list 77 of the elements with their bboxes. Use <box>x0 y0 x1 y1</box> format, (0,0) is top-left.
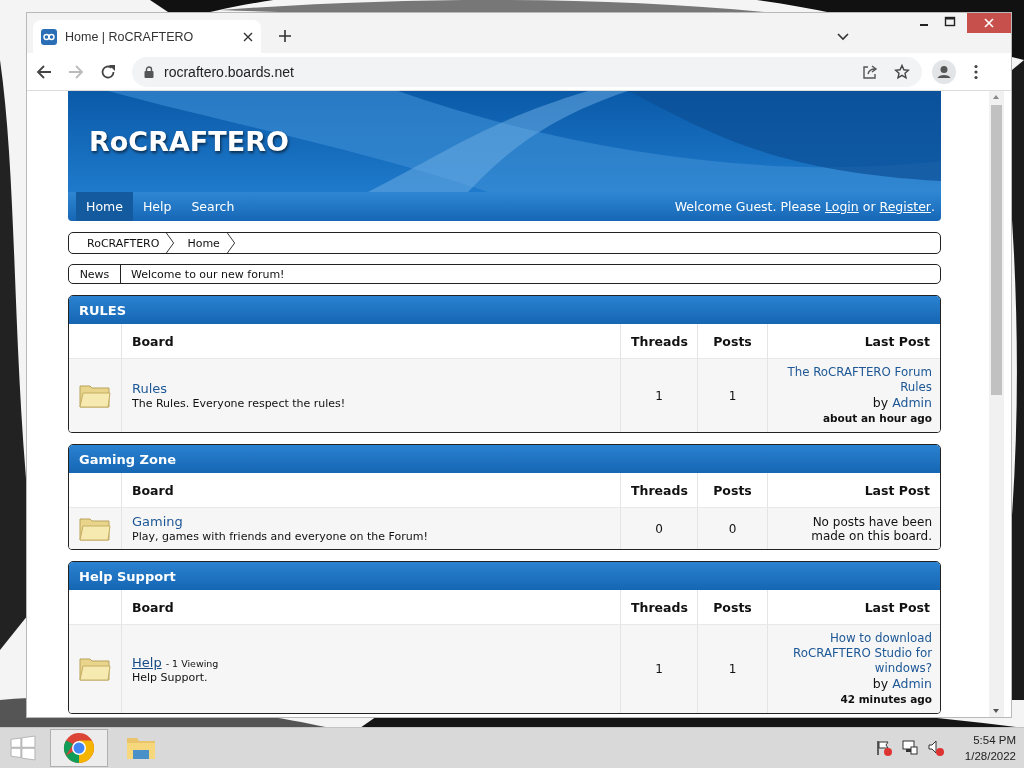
viewing-count: - 1 Viewing <box>165 657 219 669</box>
address-bar[interactable]: rocraftero.boards.net <box>132 56 922 87</box>
column-header: Posts <box>697 473 768 508</box>
board-description: The Rules. Everyone respect the rules! <box>132 397 347 410</box>
post-time: 42 minutes ago <box>839 692 932 707</box>
login-link[interactable]: Login <box>825 199 859 214</box>
flag-icon[interactable] <box>874 739 893 757</box>
volume-icon[interactable] <box>926 739 945 757</box>
browser-tab[interactable]: Home | RoCRAFTERO <box>33 20 261 53</box>
board-link[interactable]: Gaming <box>132 514 183 529</box>
plus-icon[interactable] <box>279 30 291 42</box>
table-cell: 1 <box>697 358 768 432</box>
nav-link[interactable]: Home <box>76 192 133 221</box>
category-header[interactable]: Help Support <box>69 562 940 590</box>
table-cell: 1 <box>620 358 698 432</box>
folder-icon <box>79 656 111 682</box>
chevron-down-icon[interactable] <box>837 33 849 41</box>
welcome-text: or <box>862 199 876 214</box>
column-header: Last Post <box>767 590 940 625</box>
scrollbar-thumb[interactable] <box>991 105 1002 395</box>
menu-icon[interactable] <box>974 63 978 80</box>
author-link[interactable]: Admin <box>892 395 932 410</box>
table-cell: 0 <box>620 507 698 549</box>
board-description: Play, games with friends and everyone on the Forum! <box>132 530 429 543</box>
column-header: Last Post <box>767 473 940 508</box>
by-text: by <box>872 395 889 410</box>
forum-title: RoCRAFTERO <box>89 126 289 157</box>
column-header: Threads <box>620 473 698 508</box>
favicon-icon <box>41 28 57 45</box>
post-link[interactable]: The RoCRAFTERO Forum Rules <box>776 365 932 395</box>
column-header: Threads <box>620 324 698 359</box>
close-icon[interactable] <box>243 31 253 42</box>
clock[interactable]: 5:54 PM 1/28/2022 <box>964 732 1016 764</box>
welcome-text: Welcome Guest. Please <box>674 199 821 214</box>
folder-icon <box>79 515 111 542</box>
column-header: Board <box>121 590 621 625</box>
column-header: Posts <box>697 324 768 359</box>
table-cell: 0 <box>697 507 768 549</box>
register-link[interactable]: Register <box>879 199 931 214</box>
author-link[interactable]: Admin <box>892 676 932 691</box>
column-header: Board <box>121 324 621 359</box>
board-link[interactable]: Help <box>132 654 162 670</box>
column-header: Threads <box>620 590 698 625</box>
clock-time: 5:54 PM <box>973 733 1016 748</box>
chrome-icon <box>63 732 95 764</box>
news-text: Welcome to our new forum! <box>130 267 285 281</box>
column-header: Last Post <box>767 324 940 359</box>
by-text: by <box>872 676 889 691</box>
no-posts-text: No posts have been made on this board. <box>810 514 932 543</box>
post-link[interactable]: How to download RoCRAFTERO Studio for windows? <box>776 631 932 676</box>
welcome-text: . <box>931 199 935 214</box>
news-label: News <box>69 265 121 283</box>
table-cell: 1 <box>620 624 698 713</box>
board-description: Help Support. <box>132 670 209 684</box>
share-icon[interactable] <box>862 63 878 80</box>
nav-link[interactable]: Help <box>132 192 182 221</box>
category-header[interactable]: Gaming Zone <box>69 445 940 473</box>
folder-icon <box>79 382 111 409</box>
clock-date: 1/28/2022 <box>964 749 1016 764</box>
taskbar-app-button[interactable] <box>50 729 108 767</box>
reload-icon[interactable] <box>100 63 116 80</box>
network-icon[interactable] <box>900 739 919 757</box>
back-icon[interactable] <box>36 63 52 80</box>
nav-link[interactable]: Search <box>181 192 245 221</box>
column-header: Posts <box>697 590 768 625</box>
star-icon[interactable] <box>894 63 910 80</box>
breadcrumb-link[interactable]: Home <box>187 236 226 250</box>
column-header: Board <box>121 473 621 508</box>
tab-title: Home | RoCRAFTERO <box>65 29 195 44</box>
profile-icon[interactable] <box>932 59 956 84</box>
post-time: about an hour ago <box>822 411 932 426</box>
breadcrumb-link[interactable]: RoCRAFTERO <box>87 236 166 250</box>
url-text: rocraftero.boards.net <box>164 63 294 80</box>
table-cell: 1 <box>697 624 768 713</box>
lock-icon <box>144 65 154 78</box>
category-header[interactable]: RULES <box>69 296 940 324</box>
board-link[interactable]: Rules <box>132 381 168 396</box>
